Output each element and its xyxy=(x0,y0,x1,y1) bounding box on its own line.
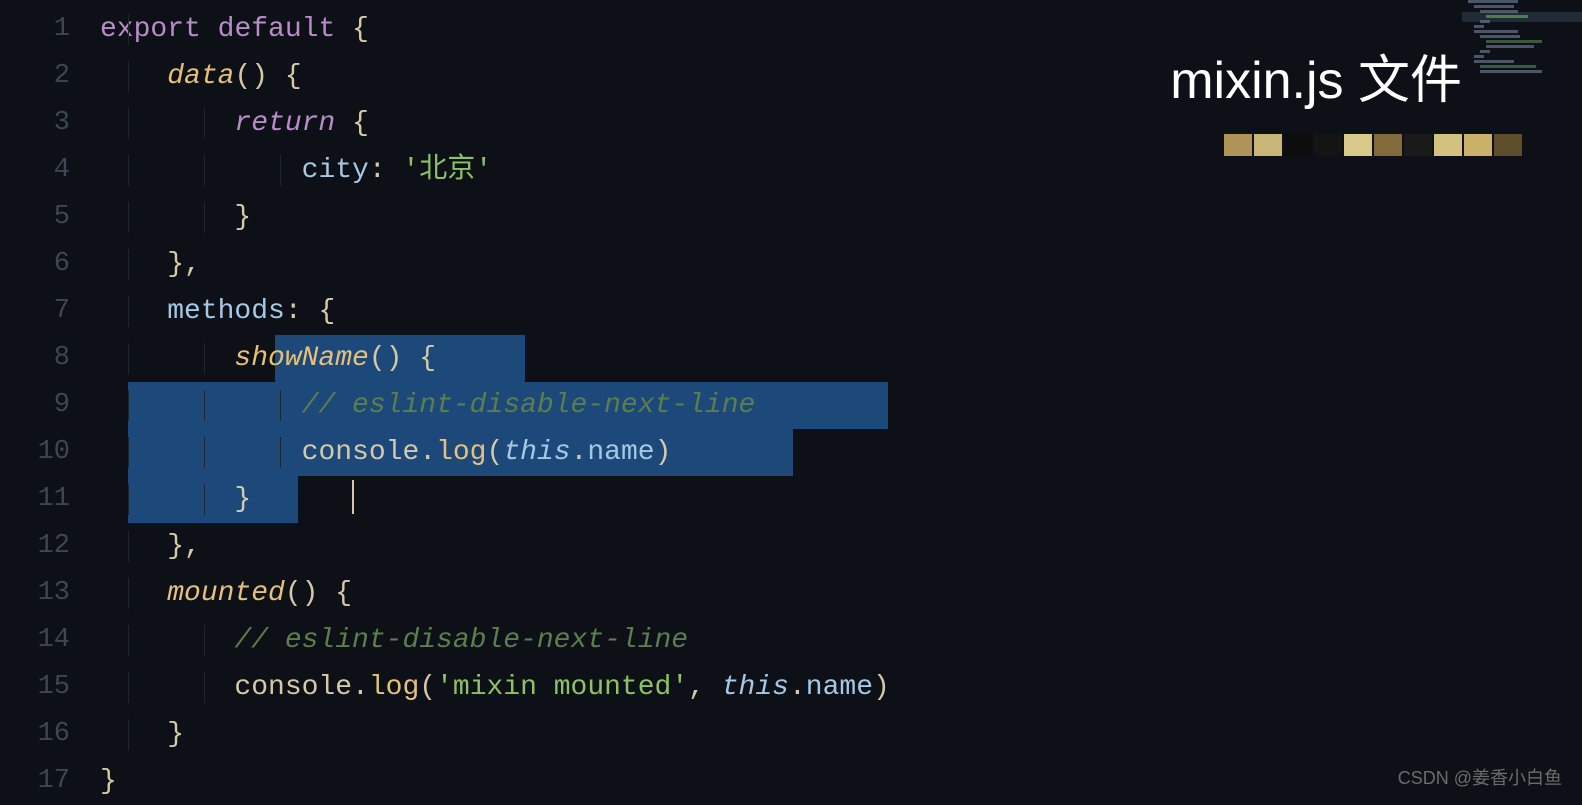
line-number: 7 xyxy=(0,288,70,335)
line-number: 8 xyxy=(0,335,70,382)
line-number: 13 xyxy=(0,570,70,617)
code-line[interactable]: } xyxy=(100,194,1582,241)
code-line[interactable]: // eslint-disable-next-line xyxy=(100,382,1582,429)
code-line[interactable]: }, xyxy=(100,241,1582,288)
code-line[interactable]: } xyxy=(100,711,1582,758)
line-number: 9 xyxy=(0,382,70,429)
line-number: 16 xyxy=(0,711,70,758)
line-number: 14 xyxy=(0,617,70,664)
code-line[interactable]: methods: { xyxy=(100,288,1582,335)
code-editor[interactable]: 1 2 3 4 5 6 7 8 9 10 11 12 13 14 15 16 1… xyxy=(0,0,1582,798)
code-line[interactable]: console.log('mixin mounted', this.name) xyxy=(100,664,1582,711)
code-line[interactable]: // eslint-disable-next-line xyxy=(100,617,1582,664)
line-number: 4 xyxy=(0,147,70,194)
code-line[interactable]: mounted() { xyxy=(100,570,1582,617)
line-number: 10 xyxy=(0,429,70,476)
text-cursor xyxy=(352,480,354,514)
minimap[interactable] xyxy=(1462,0,1582,120)
line-number: 12 xyxy=(0,523,70,570)
watermark-text: CSDN @姜香小白鱼 xyxy=(1398,764,1562,790)
file-title-label: mixin.js 文件 xyxy=(1170,38,1462,113)
minimap-viewport[interactable] xyxy=(1462,12,1582,22)
code-content[interactable]: export default { data() { return { city:… xyxy=(100,0,1582,798)
line-number: 2 xyxy=(0,53,70,100)
pixelated-overlay xyxy=(1224,134,1522,156)
line-number: 3 xyxy=(0,100,70,147)
code-line[interactable]: } xyxy=(100,476,1582,523)
line-number: 5 xyxy=(0,194,70,241)
code-line[interactable]: showName() { xyxy=(100,335,1582,382)
line-number: 11 xyxy=(0,476,70,523)
code-line[interactable]: console.log(this.name) xyxy=(100,429,1582,476)
line-number: 15 xyxy=(0,664,70,711)
line-number: 1 xyxy=(0,6,70,53)
code-line[interactable]: }, xyxy=(100,523,1582,570)
line-number-gutter: 1 2 3 4 5 6 7 8 9 10 11 12 13 14 15 16 1… xyxy=(0,0,100,798)
line-number: 6 xyxy=(0,241,70,288)
